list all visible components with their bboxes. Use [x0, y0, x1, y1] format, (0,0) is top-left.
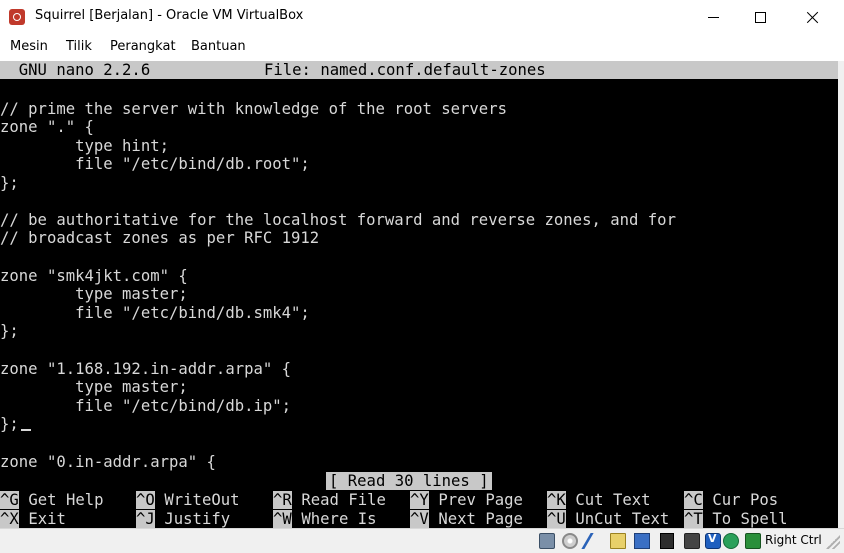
- shortcut-label: Cut Text: [566, 491, 670, 509]
- shortcut-label: Cur Pos: [703, 491, 779, 509]
- shortcut-label: WriteOut: [155, 491, 259, 509]
- menu-tilik[interactable]: Tilik: [66, 39, 92, 54]
- editor-line: type master;: [0, 378, 188, 396]
- editor-line: type hint;: [0, 137, 169, 155]
- close-icon: [807, 11, 819, 23]
- shortcut-key: ^Y: [410, 491, 429, 509]
- minimize-icon: [707, 16, 719, 18]
- editor-line: file "/etc/bind/db.ip";: [0, 397, 292, 415]
- menu-bar: Mesin Tilik Perangkat Bantuan: [0, 34, 844, 60]
- shortcut-label: Where Is: [292, 510, 396, 528]
- editor-line: };: [0, 174, 19, 192]
- shortcut-label: Read File: [292, 491, 396, 509]
- shortcut-key: ^G: [0, 491, 19, 509]
- shortcut-label: Next Page: [429, 510, 533, 528]
- editor-line: zone "0.in-addr.arpa" {: [0, 453, 216, 471]
- shortcut-key: ^J: [136, 510, 155, 528]
- editor-line: // broadcast zones as per RFC 1912: [0, 229, 320, 247]
- resize-grip-icon[interactable]: [826, 535, 840, 549]
- shortcut-label: To Spell: [703, 510, 788, 528]
- nano-version: GNU nano 2.2.6: [0, 61, 151, 79]
- editor-line: zone "1.168.192.in-addr.arpa" {: [0, 360, 292, 378]
- status-message: [ Read 30 lines ]: [326, 472, 492, 490]
- editor-line: type master;: [0, 285, 188, 303]
- maximize-button[interactable]: [737, 0, 783, 34]
- window-title: Squirrel [Berjalan] - Oracle VM VirtualB…: [35, 8, 304, 23]
- keyboard-capture-icon[interactable]: [745, 533, 761, 549]
- shortcut-label: Prev Page: [429, 491, 533, 509]
- maximize-icon: [754, 11, 766, 23]
- recording-icon[interactable]: [684, 533, 700, 549]
- editor-line: file "/etc/bind/db.root";: [0, 155, 310, 173]
- title-bar[interactable]: Squirrel [Berjalan] - Oracle VM VirtualB…: [0, 0, 844, 34]
- shortcut-label: UnCut Text: [566, 510, 670, 528]
- menu-bantuan[interactable]: Bantuan: [191, 39, 246, 54]
- nano-header: GNU nano 2.2.6 File: named.conf.default-…: [0, 61, 838, 79]
- minimize-button[interactable]: [690, 0, 736, 34]
- shortcut-key: ^W: [273, 510, 292, 528]
- shortcut-key: ^O: [136, 491, 155, 509]
- editor-line: // be authoritative for the localhost fo…: [0, 211, 676, 229]
- shortcut-label: Justify: [155, 510, 259, 528]
- menu-perangkat[interactable]: Perangkat: [110, 39, 176, 54]
- mouse-integration-icon[interactable]: [723, 533, 739, 549]
- vm-screen[interactable]: GNU nano 2.2.6 File: named.conf.default-…: [0, 61, 838, 528]
- editor-line: zone "." {: [0, 118, 94, 136]
- shortcut-label: Get Help: [19, 491, 123, 509]
- usb-icon[interactable]: [581, 533, 607, 549]
- vt-x-icon[interactable]: [705, 532, 721, 549]
- text-cursor: [21, 429, 31, 431]
- shared-folder-icon[interactable]: [610, 533, 626, 549]
- network-icon[interactable]: [660, 533, 674, 549]
- nano-filename: File: named.conf.default-zones: [264, 61, 546, 79]
- editor-line: // prime the server with knowledge of th…: [0, 100, 507, 118]
- shortcut-key: ^C: [684, 491, 703, 509]
- optical-drive-icon[interactable]: [562, 533, 578, 549]
- shortcut-key: ^R: [273, 491, 292, 509]
- shortcut-key: ^U: [547, 510, 566, 528]
- window-edge: [838, 61, 844, 528]
- menu-mesin[interactable]: Mesin: [10, 39, 48, 54]
- hard-disk-icon[interactable]: [539, 533, 555, 549]
- shortcut-key: ^T: [684, 510, 703, 528]
- status-bar: Right Ctrl: [0, 528, 844, 553]
- display-icon[interactable]: [634, 533, 650, 549]
- editor-line: zone "smk4jkt.com" {: [0, 267, 188, 285]
- editor-line: };: [0, 415, 19, 433]
- shortcut-key: ^X: [0, 510, 19, 528]
- close-button[interactable]: [790, 0, 836, 34]
- virtualbox-icon: [9, 9, 25, 25]
- editor-line: file "/etc/bind/db.smk4";: [0, 304, 310, 322]
- shortcut-key: ^V: [410, 510, 429, 528]
- editor-line: };: [0, 322, 19, 340]
- shortcut-label: Exit: [19, 510, 123, 528]
- shortcut-key: ^K: [547, 491, 566, 509]
- host-key-label[interactable]: Right Ctrl: [765, 533, 822, 547]
